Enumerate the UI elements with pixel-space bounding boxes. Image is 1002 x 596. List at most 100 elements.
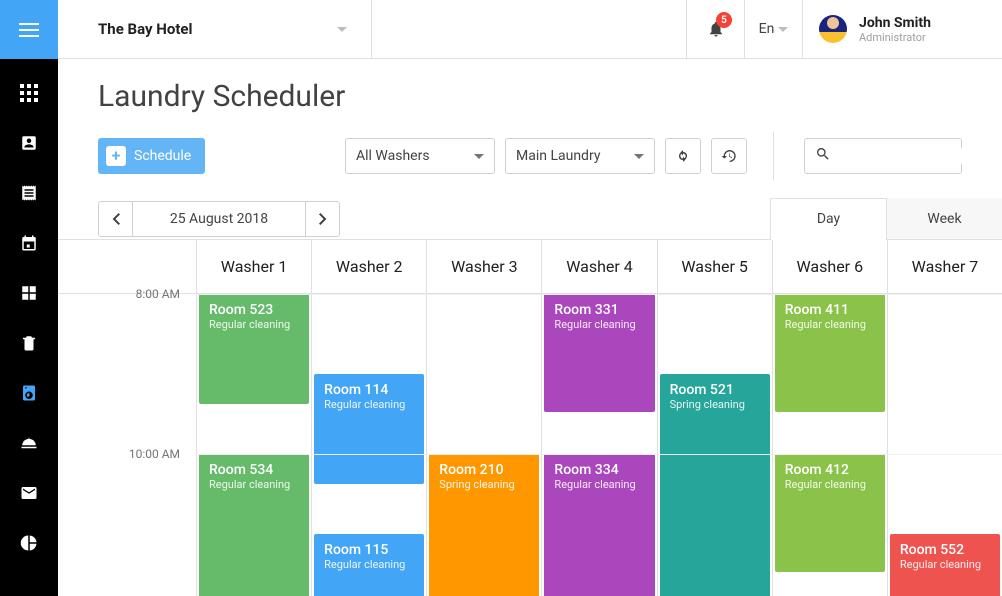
search-field[interactable] bbox=[804, 138, 962, 174]
scheduler-event[interactable]: Room 115Regular cleaning bbox=[314, 534, 424, 596]
user-role: Administrator bbox=[859, 31, 931, 44]
nav-delete-icon[interactable] bbox=[17, 331, 41, 355]
event-title: Room 210 bbox=[439, 462, 529, 478]
scheduler-event[interactable]: Room 210Spring cleaning bbox=[429, 454, 539, 596]
scheduler-header: Washer 1Washer 2Washer 3Washer 4Washer 5… bbox=[58, 240, 1002, 294]
nav-contacts-icon[interactable] bbox=[17, 131, 41, 155]
language-label: En bbox=[759, 21, 775, 37]
scheduler-column[interactable]: Room 411Regular cleaningRoom 412Regular … bbox=[772, 294, 887, 596]
column-header: Washer 4 bbox=[541, 240, 656, 293]
scheduler-event[interactable]: Room 523Regular cleaning bbox=[199, 294, 309, 404]
location-filter-select[interactable]: Main Laundry bbox=[505, 138, 655, 174]
washer-filter-value: All Washers bbox=[356, 148, 430, 164]
nav-analytics-icon[interactable] bbox=[17, 531, 41, 555]
event-title: Room 412 bbox=[785, 462, 875, 478]
event-subtitle: Regular cleaning bbox=[554, 318, 644, 331]
event-title: Room 534 bbox=[209, 462, 299, 478]
chevron-down-icon bbox=[778, 27, 788, 32]
notifications-button[interactable]: 5 bbox=[686, 0, 744, 58]
time-label: 8:00 AM bbox=[136, 287, 180, 301]
chevron-down-icon bbox=[337, 27, 347, 32]
scheduler-event[interactable]: Room 331Regular cleaning bbox=[544, 294, 654, 412]
next-day-button[interactable] bbox=[305, 202, 339, 236]
column-header: Washer 2 bbox=[311, 240, 426, 293]
scheduler-event[interactable]: Room 521Spring cleaning bbox=[660, 374, 770, 596]
event-title: Room 521 bbox=[670, 382, 760, 398]
event-title: Room 331 bbox=[554, 302, 644, 318]
event-title: Room 334 bbox=[554, 462, 644, 478]
event-subtitle: Spring cleaning bbox=[670, 398, 760, 411]
scheduler-column[interactable]: Room 521Spring cleaning bbox=[657, 294, 772, 596]
scheduler-event[interactable]: Room 412Regular cleaning bbox=[775, 454, 885, 572]
toolbar: + Schedule All Washers Main Laundry bbox=[58, 114, 1002, 180]
event-title: Room 114 bbox=[324, 382, 414, 398]
scheduler-column[interactable]: Room 114Regular cleaningRoom 115Regular … bbox=[311, 294, 426, 596]
page-title: Laundry Scheduler bbox=[98, 79, 962, 114]
location-filter-value: Main Laundry bbox=[516, 148, 600, 164]
refresh-button[interactable] bbox=[665, 138, 701, 174]
event-subtitle: Regular cleaning bbox=[209, 478, 299, 491]
column-header: Washer 1 bbox=[196, 240, 311, 293]
event-subtitle: Regular cleaning bbox=[554, 478, 644, 491]
event-subtitle: Regular cleaning bbox=[324, 558, 414, 571]
date-picker[interactable]: 25 August 2018 bbox=[133, 202, 305, 236]
scheduler-column[interactable]: Room 331Regular cleaningRoom 334Regular … bbox=[541, 294, 656, 596]
scheduler-body[interactable]: 8:00 AM10:00 AM Room 523Regular cleaning… bbox=[58, 294, 1002, 596]
date-label: 25 August 2018 bbox=[170, 211, 268, 227]
plus-icon: + bbox=[106, 146, 126, 166]
view-tab-day[interactable]: Day bbox=[770, 198, 886, 239]
event-subtitle: Regular cleaning bbox=[209, 318, 299, 331]
view-tab-week[interactable]: Week bbox=[886, 198, 1002, 239]
event-subtitle: Regular cleaning bbox=[785, 318, 875, 331]
notification-count-badge: 5 bbox=[716, 12, 732, 28]
scheduler: Washer 1Washer 2Washer 3Washer 4Washer 5… bbox=[58, 240, 1002, 596]
scheduler-event[interactable]: Room 411Regular cleaning bbox=[775, 294, 885, 412]
washer-filter-select[interactable]: All Washers bbox=[345, 138, 495, 174]
nav-room-service-icon[interactable] bbox=[17, 431, 41, 455]
event-title: Room 523 bbox=[209, 302, 299, 318]
nav-rail bbox=[0, 0, 58, 596]
prev-day-button[interactable] bbox=[99, 202, 133, 236]
event-title: Room 552 bbox=[900, 542, 990, 558]
column-header: Washer 7 bbox=[887, 240, 1002, 293]
schedule-button[interactable]: + Schedule bbox=[98, 138, 205, 174]
topbar: The Bay Hotel 5 En John Smith Administra… bbox=[58, 0, 1002, 59]
scheduler-column[interactable]: Room 523Regular cleaningRoom 534Regular … bbox=[196, 294, 311, 596]
hotel-name: The Bay Hotel bbox=[98, 20, 193, 38]
column-header: Washer 6 bbox=[772, 240, 887, 293]
event-subtitle: Regular cleaning bbox=[785, 478, 875, 491]
language-selector[interactable]: En bbox=[744, 0, 802, 58]
scheduler-event[interactable]: Room 534Regular cleaning bbox=[199, 454, 309, 596]
column-header: Washer 3 bbox=[426, 240, 541, 293]
event-subtitle: Spring cleaning bbox=[439, 478, 529, 491]
menu-toggle-button[interactable] bbox=[0, 0, 58, 59]
hotel-selector[interactable]: The Bay Hotel bbox=[58, 0, 372, 58]
nav-receipt-icon[interactable] bbox=[17, 181, 41, 205]
event-subtitle: Regular cleaning bbox=[324, 398, 414, 411]
event-title: Room 411 bbox=[785, 302, 875, 318]
user-menu[interactable]: John Smith Administrator bbox=[802, 0, 1002, 58]
nav-laundry-icon[interactable] bbox=[17, 381, 41, 405]
nav-grid-icon[interactable] bbox=[17, 281, 41, 305]
nav-mail-icon[interactable] bbox=[17, 481, 41, 505]
event-title: Room 115 bbox=[324, 542, 414, 558]
scheduler-event[interactable]: Room 552Regular cleaning bbox=[890, 534, 1000, 596]
subbar: 25 August 2018 Day Week bbox=[58, 180, 1002, 240]
user-name: John Smith bbox=[859, 15, 931, 31]
event-subtitle: Regular cleaning bbox=[900, 558, 990, 571]
view-switcher: Day Week bbox=[770, 198, 1002, 239]
column-header: Washer 5 bbox=[657, 240, 772, 293]
search-input[interactable] bbox=[837, 148, 1002, 164]
date-navigator: 25 August 2018 bbox=[98, 201, 340, 237]
search-icon bbox=[815, 146, 831, 166]
time-label: 10:00 AM bbox=[129, 447, 180, 461]
nav-apps-icon[interactable] bbox=[17, 81, 41, 105]
schedule-button-label: Schedule bbox=[134, 148, 191, 164]
scheduler-column[interactable]: Room 210Spring cleaning bbox=[426, 294, 541, 596]
avatar bbox=[819, 15, 847, 43]
scheduler-event[interactable]: Room 334Regular cleaning bbox=[544, 454, 654, 596]
history-button[interactable] bbox=[711, 138, 747, 174]
scheduler-column[interactable]: Room 552Regular cleaning bbox=[887, 294, 1002, 596]
nav-calendar-icon[interactable] bbox=[17, 231, 41, 255]
scheduler-event[interactable]: Room 114Regular cleaning bbox=[314, 374, 424, 484]
